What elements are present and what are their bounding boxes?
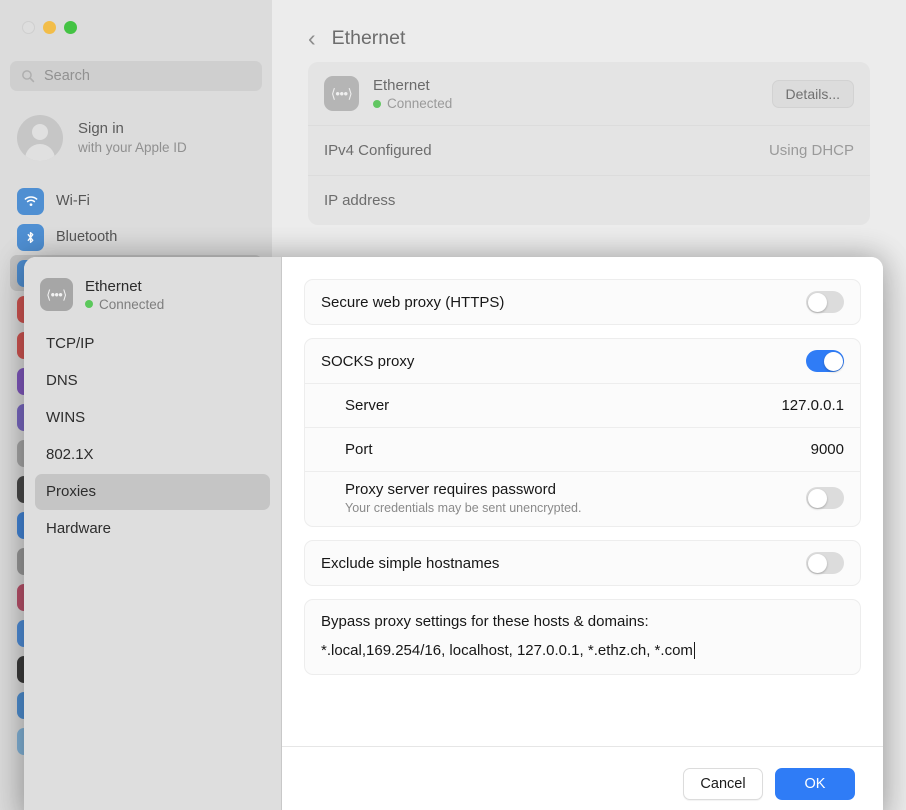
- socks-proxy-toggle[interactable]: [806, 350, 844, 372]
- sidebar-item-label: Wi-Fi: [56, 193, 90, 209]
- status-label: Connected: [387, 96, 452, 111]
- avatar: [17, 115, 63, 161]
- requires-password-sublabel: Your credentials may be sent unencrypted…: [345, 501, 582, 515]
- minimize-button[interactable]: [43, 21, 56, 34]
- cancel-button[interactable]: Cancel: [683, 768, 763, 800]
- exclude-simple-hostnames-label: Exclude simple hostnames: [321, 555, 499, 572]
- text-cursor-icon: [694, 642, 696, 659]
- sheet-footer: Cancel OK: [282, 746, 883, 810]
- sheet-interface-name: Ethernet: [85, 278, 142, 295]
- row-label: IP address: [324, 192, 395, 209]
- bypass-field-wrapper: Bypass proxy settings for these hosts & …: [305, 600, 860, 674]
- secure-web-proxy-group: Secure web proxy (HTTPS): [304, 279, 861, 325]
- sheet-nav-802-1x[interactable]: 802.1X: [35, 437, 270, 473]
- sidebar-item-bluetooth[interactable]: Bluetooth: [10, 219, 262, 255]
- proxies-settings-list: Secure web proxy (HTTPS) SOCKS proxy Ser…: [282, 257, 883, 746]
- table-row: IP address: [308, 175, 870, 225]
- page-title: Ethernet: [332, 27, 406, 50]
- status-dot-icon: [373, 100, 381, 108]
- socks-proxy-label: SOCKS proxy: [321, 353, 414, 370]
- zoom-button[interactable]: [64, 21, 77, 34]
- secure-web-proxy-toggle[interactable]: [806, 291, 844, 313]
- socks-port-row[interactable]: Port 9000: [305, 427, 860, 471]
- back-chevron-icon[interactable]: ‹: [308, 27, 316, 50]
- exclude-simple-hostnames-group: Exclude simple hostnames: [304, 540, 861, 586]
- sheet-interface-header: ⟨•••⟩ Ethernet Connected: [35, 275, 270, 326]
- socks-server-label: Server: [345, 397, 389, 414]
- status-badge: Connected: [85, 297, 164, 312]
- sheet-nav-hardware[interactable]: Hardware: [35, 511, 270, 547]
- row-label: IPv4 Configured: [324, 142, 432, 159]
- sheet-nav-proxies[interactable]: Proxies: [35, 474, 270, 510]
- search-input[interactable]: Search: [10, 61, 262, 91]
- wifi-icon: [17, 188, 44, 215]
- window-traffic-lights: [10, 0, 262, 34]
- bypass-label: Bypass proxy settings for these hosts & …: [321, 613, 844, 630]
- requires-password-row[interactable]: Proxy server requires password Your cred…: [305, 471, 860, 526]
- close-button[interactable]: [22, 21, 35, 34]
- sheet-nav-tcp-ip[interactable]: TCP/IP: [35, 326, 270, 362]
- status-label: Connected: [99, 297, 164, 312]
- apple-id-subtitle: with your Apple ID: [78, 139, 187, 157]
- sheet-nav-wins[interactable]: WINS: [35, 400, 270, 436]
- requires-password-toggle[interactable]: [806, 487, 844, 509]
- interface-row[interactable]: ⟨•••⟩ Ethernet Connected Details...: [308, 62, 870, 125]
- socks-proxy-row[interactable]: SOCKS proxy: [305, 339, 860, 383]
- sheet-main: Secure web proxy (HTTPS) SOCKS proxy Ser…: [282, 257, 883, 810]
- exclude-simple-hostnames-toggle[interactable]: [806, 552, 844, 574]
- bluetooth-icon: [17, 224, 44, 251]
- requires-password-label: Proxy server requires password: [345, 481, 556, 498]
- bypass-value: *.local,169.254/16, localhost, 127.0.0.1…: [321, 642, 693, 659]
- sidebar-item-wi-fi[interactable]: Wi-Fi: [10, 183, 262, 219]
- socks-port-input[interactable]: 9000: [811, 441, 844, 458]
- row-value: Using DHCP: [769, 142, 854, 159]
- exclude-simple-hostnames-row[interactable]: Exclude simple hostnames: [305, 541, 860, 585]
- sidebar-item-label: Bluetooth: [56, 229, 117, 245]
- sidebar-item-apple-id[interactable]: Sign in with your Apple ID: [10, 107, 262, 169]
- proxies-sheet-dialog: ⟨•••⟩ Ethernet Connected TCP/IP DNS WINS…: [24, 257, 883, 810]
- apple-id-title: Sign in: [78, 120, 187, 139]
- socks-server-row[interactable]: Server 127.0.0.1: [305, 383, 860, 427]
- bypass-group: Bypass proxy settings for these hosts & …: [304, 599, 861, 675]
- search-icon: [21, 69, 35, 83]
- bypass-input[interactable]: *.local,169.254/16, localhost, 127.0.0.1…: [321, 642, 844, 659]
- secure-web-proxy-label: Secure web proxy (HTTPS): [321, 294, 504, 311]
- ok-button[interactable]: OK: [775, 768, 855, 800]
- secure-web-proxy-row[interactable]: Secure web proxy (HTTPS): [305, 280, 860, 324]
- socks-proxy-group: SOCKS proxy Server 127.0.0.1 Port 9000 P…: [304, 338, 861, 527]
- sheet-nav-dns[interactable]: DNS: [35, 363, 270, 399]
- table-row: IPv4 Configured Using DHCP: [308, 125, 870, 175]
- interface-name: Ethernet: [373, 77, 430, 94]
- status-dot-icon: [85, 300, 93, 308]
- search-placeholder: Search: [44, 68, 90, 84]
- sheet-sidebar: ⟨•••⟩ Ethernet Connected TCP/IP DNS WINS…: [24, 257, 282, 810]
- ethernet-icon: ⟨•••⟩: [324, 76, 359, 111]
- socks-port-label: Port: [345, 441, 373, 458]
- status-badge: Connected: [373, 96, 452, 111]
- socks-server-input[interactable]: 127.0.0.1: [781, 397, 844, 414]
- interface-card: ⟨•••⟩ Ethernet Connected Details... IPv4…: [308, 62, 870, 225]
- ethernet-icon: ⟨•••⟩: [40, 278, 73, 311]
- breadcrumb: ‹ Ethernet: [308, 0, 870, 56]
- details-button[interactable]: Details...: [772, 80, 854, 108]
